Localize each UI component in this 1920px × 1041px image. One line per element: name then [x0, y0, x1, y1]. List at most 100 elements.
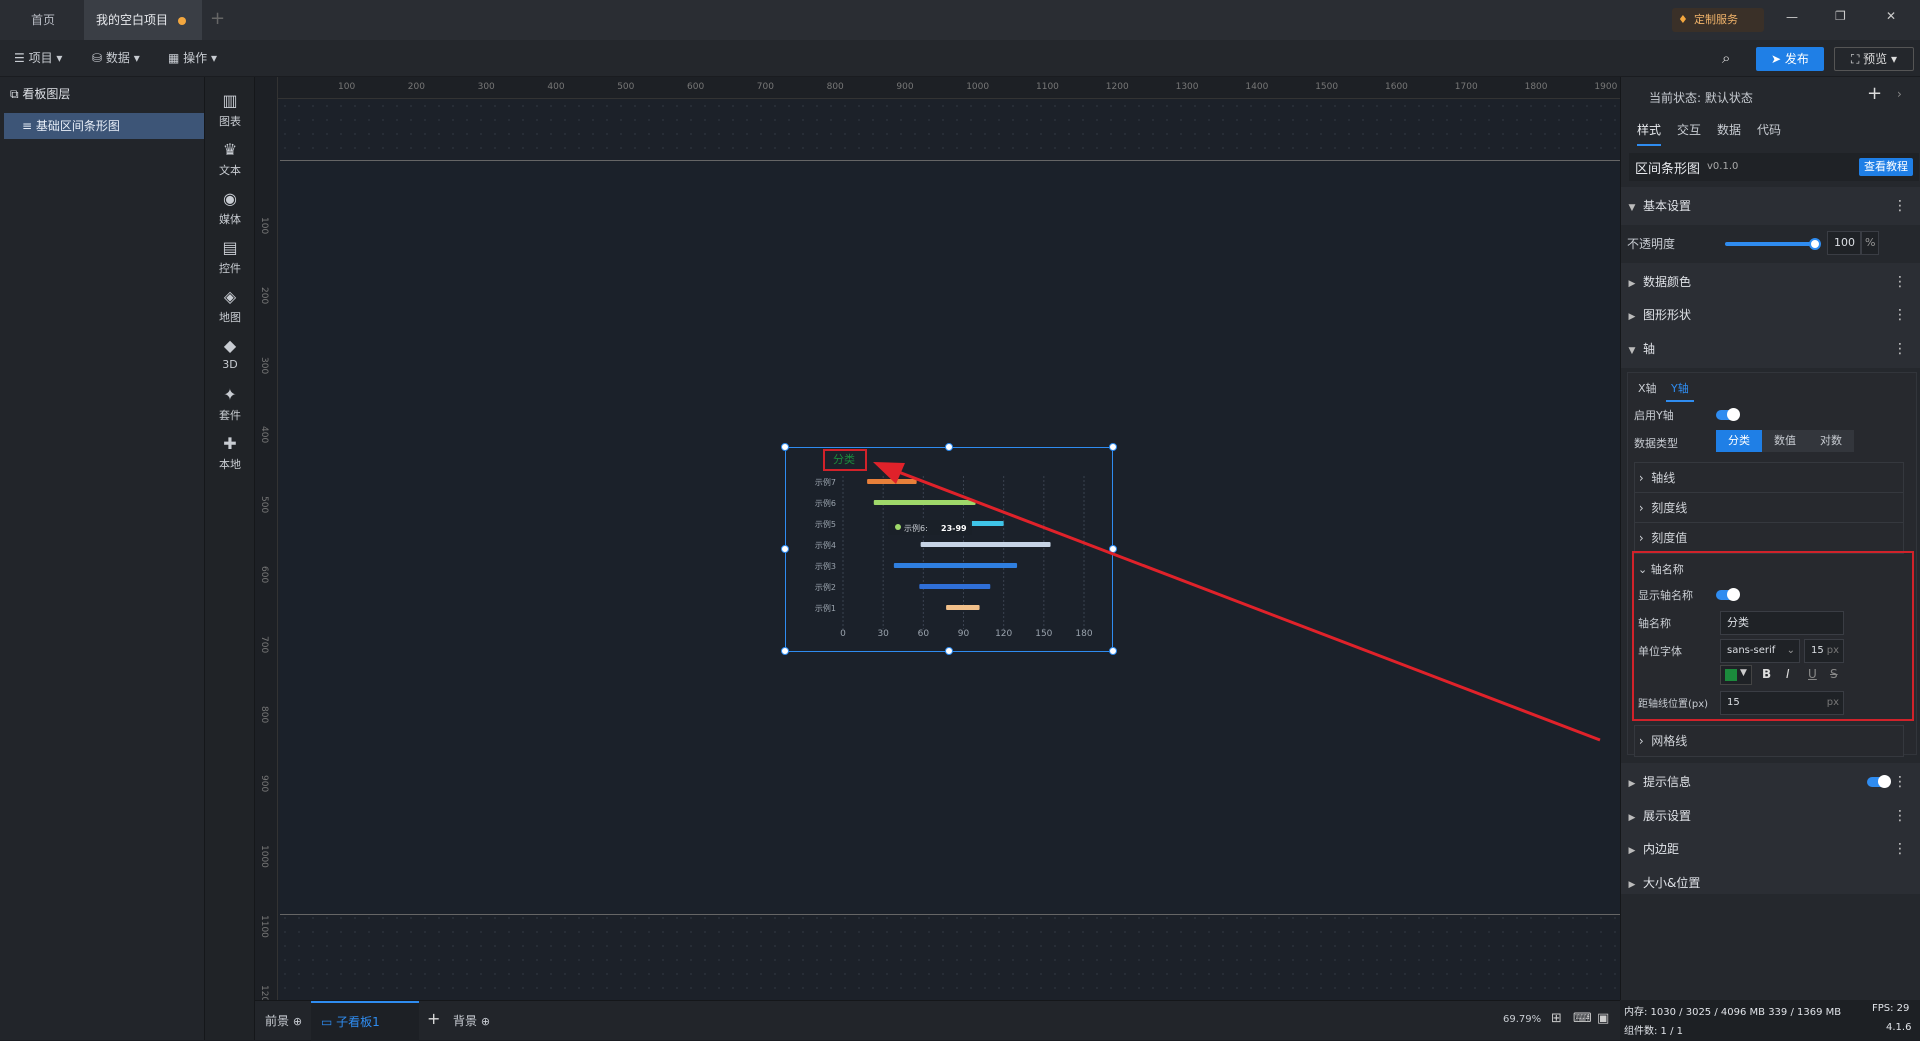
minimize-icon[interactable]: —	[1786, 10, 1798, 24]
fps-status: FPS: 29	[1872, 1003, 1910, 1014]
type-category-option[interactable]: 分类	[1716, 430, 1762, 452]
data-menu[interactable]: ⛁ 数据 ▾	[92, 40, 140, 77]
component-btn-7[interactable]: ✚ 本地	[205, 426, 255, 476]
bold-icon[interactable]: B	[1762, 667, 1771, 681]
tab-code[interactable]: 代码	[1757, 121, 1781, 138]
section-padding[interactable]: ▶ 内边距 ⋮	[1621, 830, 1920, 868]
font-size-input[interactable]: 15 px	[1804, 639, 1844, 663]
custom-service-label: 定制服务	[1694, 13, 1738, 26]
section-shape[interactable]: ▶ 图形形状 ⋮	[1621, 296, 1920, 334]
tab-style[interactable]: 样式	[1637, 121, 1662, 146]
ruler-h-label: 700	[756, 82, 774, 92]
tab-interaction[interactable]: 交互	[1677, 121, 1701, 138]
component-label-7: 本地	[219, 458, 241, 471]
add-circle-icon[interactable]: ⊕	[293, 1015, 302, 1028]
component-btn-2[interactable]: ◉ 媒体	[205, 181, 255, 231]
component-btn-3[interactable]: ▤ 控件	[205, 230, 255, 280]
component-icon-5: ◆	[223, 336, 237, 355]
section-tooltip[interactable]: ▶ 提示信息 ⋮	[1621, 763, 1920, 801]
tab-data[interactable]: 数据	[1717, 121, 1741, 138]
component-btn-5[interactable]: ◆ 3D	[205, 328, 255, 378]
more-icon[interactable]: ⋮	[1893, 763, 1907, 801]
more-icon[interactable]: ⋮	[1893, 296, 1907, 334]
project-menu[interactable]: ☰ 项目 ▾	[14, 40, 62, 77]
underline-icon[interactable]: U	[1808, 667, 1817, 681]
zoom-level[interactable]: 69.79%	[1503, 1014, 1541, 1025]
tab-y-axis[interactable]: Y轴	[1666, 380, 1694, 402]
section-axis[interactable]: ▼ 轴 ⋮	[1621, 330, 1920, 368]
chevron-right-icon[interactable]: ›	[1897, 87, 1902, 101]
tab-project[interactable]: 我的空白项目	[84, 0, 202, 40]
state-label: 当前状态:	[1649, 91, 1702, 105]
operate-menu[interactable]: ▦ 操作 ▾	[168, 40, 217, 77]
component-version: v0.1.0	[1707, 161, 1739, 172]
add-board-icon[interactable]: +	[427, 1009, 440, 1028]
enable-y-toggle[interactable]	[1716, 408, 1740, 421]
terminal-icon[interactable]: ▣	[1597, 1011, 1609, 1026]
opacity-input[interactable]: 100	[1827, 231, 1861, 255]
subsection-axis-line[interactable]: › 轴线	[1634, 462, 1904, 494]
enable-y-label: 启用Y轴	[1634, 409, 1674, 422]
add-circle-icon[interactable]: ⊕	[481, 1015, 490, 1028]
font-family-select[interactable]: sans-serif ⌄	[1720, 639, 1800, 663]
ruler-v-label: 400	[259, 426, 269, 444]
section-basic[interactable]: ▼ 基本设置 ⋮	[1621, 187, 1920, 225]
type-log-option[interactable]: 对数	[1808, 430, 1854, 452]
subboard-tab[interactable]: ▭ 子看板1	[311, 1001, 419, 1041]
axis-settings-panel: X轴 Y轴 启用Y轴 数据类型 分类 数值 对数 › 轴线 › 刻度线 › 刻度…	[1627, 372, 1917, 757]
show-axis-name-toggle[interactable]	[1716, 588, 1740, 601]
italic-icon[interactable]: I	[1786, 667, 1790, 681]
component-btn-0[interactable]: ▥ 图表	[205, 83, 255, 133]
subsection-tick-value[interactable]: › 刻度值	[1634, 522, 1904, 554]
x-tick-label: 90	[958, 629, 970, 639]
type-value-option[interactable]: 数值	[1762, 430, 1808, 452]
component-icon-0: ▥	[222, 91, 238, 110]
section-display-label: 展示设置	[1643, 809, 1692, 823]
component-btn-6[interactable]: ✦ 套件	[205, 377, 255, 427]
component-btn-4[interactable]: ◈ 地图	[205, 279, 255, 329]
axis-name-header[interactable]: ⌄ 轴名称	[1638, 561, 1684, 577]
component-icon-4: ◈	[223, 287, 237, 306]
new-tab-icon[interactable]: +	[210, 8, 225, 29]
restore-icon[interactable]: ❐	[1835, 9, 1846, 23]
strikethrough-icon[interactable]: S	[1830, 667, 1838, 681]
chevron-down-icon: ⌄	[1786, 645, 1795, 656]
more-icon[interactable]: ⋮	[1893, 187, 1907, 225]
ruler-v-label: 300	[259, 356, 269, 374]
fit-screen-icon[interactable]: ⊞	[1551, 1011, 1562, 1026]
tooltip-toggle[interactable]	[1867, 775, 1891, 788]
custom-service-button[interactable]: ♦ 定制服务	[1672, 8, 1764, 32]
more-icon[interactable]: ⋮	[1893, 830, 1907, 868]
component-btn-1[interactable]: ♛ 文本	[205, 132, 255, 182]
range-bar-chart-widget[interactable]: 0 30 60 90 120 150 180 分类 示例7 示例6 示例5 示例4 示例3 示例2 示例1 示…	[781, 443, 1117, 655]
subboard-label: 子看板1	[336, 1015, 380, 1029]
keyboard-icon[interactable]: ⌨	[1573, 1011, 1592, 1026]
distance-input[interactable]: 15 px	[1720, 691, 1844, 715]
more-icon[interactable]: ⋮	[1893, 330, 1907, 368]
opacity-slider[interactable]	[1725, 238, 1821, 250]
component-label-2: 媒体	[219, 213, 241, 226]
ruler-h-label: 100	[338, 82, 356, 92]
add-state-icon[interactable]: +	[1867, 83, 1882, 104]
foreground-tab[interactable]: 前景 ⊕	[265, 1012, 302, 1029]
axis-name-input[interactable]: 分类	[1720, 611, 1844, 635]
publish-button[interactable]: ➤ 发布	[1756, 47, 1824, 71]
board-tabs-bar: 前景 ⊕ ▭ 子看板1 + 背景 ⊕ 69.79% ⊞ ⌨ ▣	[255, 1000, 1620, 1041]
font-label: 单位字体	[1638, 645, 1682, 658]
close-icon[interactable]: ✕	[1886, 9, 1896, 23]
subsection-grid[interactable]: › 网格线	[1634, 725, 1904, 757]
preview-button[interactable]: ⛶ 预览 ▾	[1834, 47, 1914, 71]
subsection-tick-line[interactable]: › 刻度线	[1634, 492, 1904, 524]
background-tab[interactable]: 背景 ⊕	[453, 1012, 490, 1029]
section-size-position[interactable]: ▶ 大小&位置	[1621, 864, 1920, 894]
range-bar	[873, 500, 976, 505]
ruler-h-label: 800	[826, 82, 844, 92]
tab-home[interactable]: 首页	[12, 0, 74, 40]
search-icon[interactable]: ⌕	[1722, 49, 1730, 67]
layer-item[interactable]: ≡ 基础区间条形图	[4, 113, 204, 139]
tutorial-button[interactable]: 查看教程	[1859, 158, 1913, 176]
opacity-slider-thumb[interactable]	[1809, 238, 1821, 250]
font-color-picker[interactable]: ▼	[1720, 665, 1752, 685]
x-tick-label: 180	[1075, 629, 1092, 639]
tab-x-axis[interactable]: X轴	[1638, 380, 1657, 396]
